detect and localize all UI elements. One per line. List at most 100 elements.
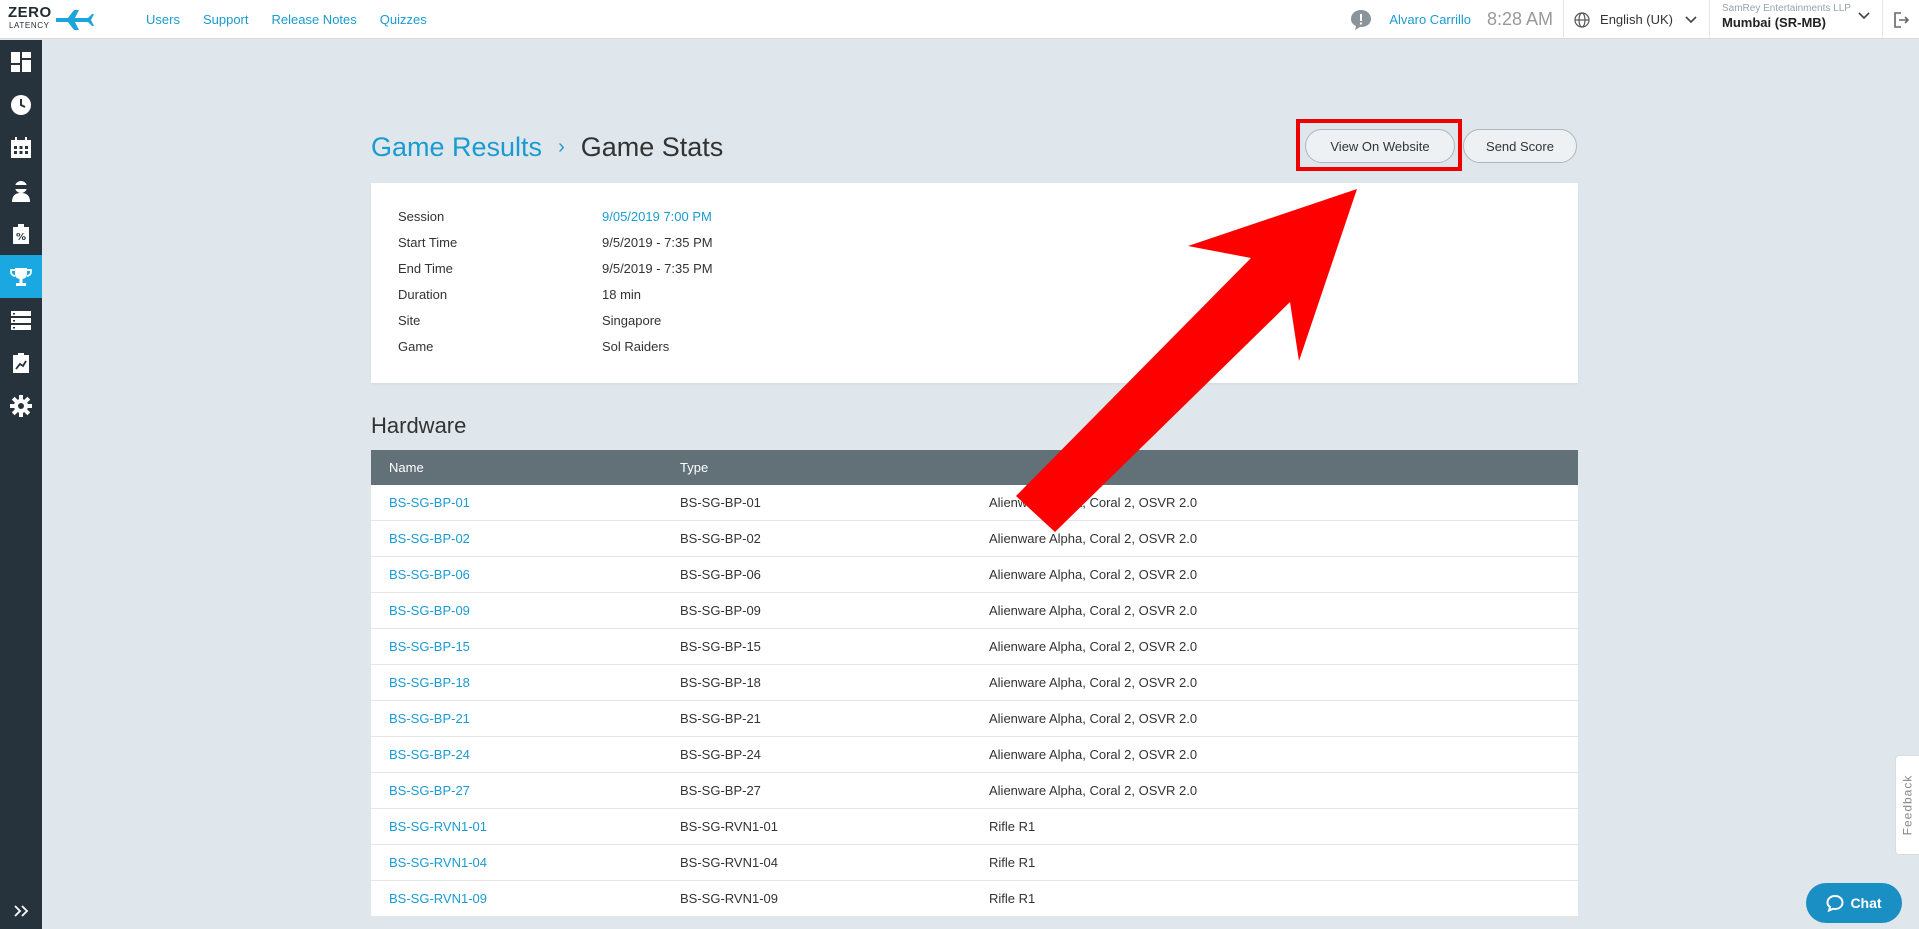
- hardware-name-link[interactable]: BS-SG-BP-15: [371, 639, 680, 654]
- nav-users[interactable]: Users: [146, 12, 180, 27]
- user-vr-icon: [12, 180, 30, 202]
- hardware-components: Alienware Alpha, Coral 2, OSVR 2.0: [989, 567, 1198, 582]
- sidebar-item-calendar[interactable]: [0, 126, 42, 169]
- table-row: BS-SG-RVN1-01 BS-SG-RVN1-01 Rifle R1: [371, 809, 1578, 845]
- info-row-session: Session 9/05/2019 7:00 PM: [371, 203, 1578, 229]
- hardware-type: BS-SG-BP-18: [680, 675, 761, 690]
- table-row: BS-SG-RVN1-04 BS-SG-RVN1-04 Rifle R1: [371, 845, 1578, 881]
- info-value: 9/5/2019 - 7:35 PM: [602, 260, 713, 276]
- page-title: Game Stats: [580, 131, 724, 162]
- table-row: BS-SG-BP-06 BS-SG-BP-06 Alienware Alpha, C…: [371, 557, 1578, 593]
- hardware-type: BS-SG-RVN1-09: [680, 891, 779, 906]
- column-header-type: Type: [680, 460, 709, 475]
- gear-icon: [10, 394, 32, 417]
- sidebar-item-settings[interactable]: [0, 384, 42, 427]
- hardware-table: Name Type BS-SG-BP-01 BS-SG-BP-01 Alienwar…: [371, 450, 1578, 917]
- chevron-down-icon: [1858, 12, 1870, 20]
- hardware-name-link[interactable]: BS-SG-BP-27: [371, 783, 680, 798]
- table-row: BS-SG-BP-21 BS-SG-BP-21 Alienware Alpha, C…: [371, 701, 1578, 737]
- hardware-type: BS-SG-BP-24: [680, 747, 761, 762]
- info-label: Duration: [398, 286, 448, 302]
- top-navigation: Users Support Release Notes Quizzes: [146, 0, 450, 39]
- current-time: 8:28 AM: [1486, 9, 1554, 29]
- hardware-components: Alienware Alpha, Coral 2, OSVR 2.0: [989, 783, 1198, 798]
- hardware-type: BS-SG-BP-15: [680, 639, 761, 654]
- sidebar-item-vouchers[interactable]: %: [0, 212, 42, 255]
- hardware-type: BS-SG-RVN1-04: [680, 855, 779, 870]
- hardware-type: BS-SG-BP-21: [680, 711, 761, 726]
- table-row: BS-SG-BP-18 BS-SG-BP-18 Alienware Alpha, C…: [371, 665, 1578, 701]
- hardware-name-link[interactable]: BS-SG-BP-02: [371, 531, 680, 546]
- annotation-highlight-box: [1296, 119, 1462, 171]
- info-row-duration: Duration 18 min: [371, 281, 1578, 307]
- hardware-name-link[interactable]: BS-SG-BP-06: [371, 567, 680, 582]
- table-row: BS-SG-BP-15 BS-SG-BP-15 Alienware Alpha, C…: [371, 629, 1578, 665]
- calendar-icon: [11, 136, 31, 158]
- info-value: 18 min: [602, 286, 642, 302]
- nav-release-notes[interactable]: Release Notes: [272, 12, 357, 27]
- sidebar: %: [0, 40, 42, 929]
- table-row: BS-SG-BP-24 BS-SG-BP-24 Alienware Alpha, C…: [371, 737, 1578, 773]
- table-row: BS-SG-RVN1-09 BS-SG-RVN1-09 Rifle R1: [371, 881, 1578, 917]
- notification-icon[interactable]: [1349, 8, 1373, 32]
- table-body: BS-SG-BP-01 BS-SG-BP-01 Alienware Alpha, C…: [371, 485, 1578, 917]
- company-selector[interactable]: SamRey Entertainments LLP Mumbai (SR-MB): [1710, 0, 1882, 39]
- info-label: Game: [398, 338, 434, 354]
- hardware-name-link[interactable]: BS-SG-BP-18: [371, 675, 680, 690]
- hardware-components: Alienware Alpha, Coral 2, OSVR 2.0: [989, 675, 1198, 690]
- logo-text-top: ZERO: [8, 4, 52, 21]
- clock-icon: [11, 94, 31, 115]
- feedback-label: Feedback: [1900, 774, 1915, 836]
- info-row-site: Site Singapore: [371, 307, 1578, 333]
- top-bar: ZERO LATENCY Users Support Release Notes…: [0, 0, 1919, 39]
- nav-quizzes[interactable]: Quizzes: [380, 12, 427, 27]
- user-name-link[interactable]: Alvaro Carrillo: [1389, 12, 1471, 27]
- company-name: SamRey Entertainments LLP: [1722, 3, 1851, 14]
- info-value: 9/5/2019 - 7:35 PM: [602, 234, 713, 250]
- logout-icon: [1894, 11, 1910, 28]
- language-selector[interactable]: English (UK): [1564, 0, 1709, 39]
- server-icon: [11, 310, 31, 330]
- hardware-name-link[interactable]: BS-SG-BP-09: [371, 603, 680, 618]
- hardware-components: Alienware Alpha, Coral 2, OSVR 2.0: [989, 711, 1198, 726]
- hardware-type: BS-SG-BP-01: [680, 495, 761, 510]
- sidebar-item-players[interactable]: [0, 169, 42, 212]
- hardware-type: BS-SG-BP-09: [680, 603, 761, 618]
- hardware-name-link[interactable]: BS-SG-BP-01: [371, 495, 680, 510]
- zero-latency-logo[interactable]: ZERO LATENCY: [8, 4, 94, 35]
- sidebar-item-history[interactable]: [0, 83, 42, 126]
- globe-icon: [1574, 11, 1590, 28]
- nav-support[interactable]: Support: [203, 12, 249, 27]
- info-value: Sol Raiders: [602, 338, 670, 354]
- hardware-components: Rifle R1: [989, 819, 1036, 834]
- info-label: Site: [398, 312, 421, 328]
- hardware-section-title: Hardware: [371, 413, 467, 438]
- hardware-name-link[interactable]: BS-SG-BP-21: [371, 711, 680, 726]
- info-row-end-time: End Time 9/5/2019 - 7:35 PM: [371, 255, 1578, 281]
- sidebar-item-game-results[interactable]: [0, 255, 42, 298]
- feedback-tab[interactable]: Feedback: [1895, 755, 1919, 855]
- hardware-name-link[interactable]: BS-SG-RVN1-09: [371, 891, 680, 906]
- sidebar-item-reports[interactable]: [0, 341, 42, 384]
- sidebar-item-hardware[interactable]: [0, 298, 42, 341]
- table-row: BS-SG-BP-01 BS-SG-BP-01 Alienware Alpha, C…: [371, 485, 1578, 521]
- trophy-icon: [10, 267, 32, 286]
- info-label: Session: [398, 208, 445, 224]
- table-row: BS-SG-BP-02 BS-SG-BP-02 Alienware Alpha, C…: [371, 521, 1578, 557]
- hardware-components: Rifle R1: [989, 891, 1036, 906]
- send-score-button[interactable]: Send Score: [1463, 129, 1577, 163]
- chevron-down-icon: [1685, 15, 1697, 23]
- chat-button[interactable]: Chat: [1806, 883, 1902, 923]
- hardware-name-link[interactable]: BS-SG-RVN1-04: [371, 855, 680, 870]
- hardware-name-link[interactable]: BS-SG-RVN1-01: [371, 819, 680, 834]
- breadcrumb-game-results[interactable]: Game Results: [371, 132, 542, 163]
- hardware-components: Rifle R1: [989, 855, 1036, 870]
- hardware-components: Alienware Alpha, Coral 2, OSVR 2.0: [989, 747, 1198, 762]
- sidebar-expand-button[interactable]: [0, 893, 42, 929]
- hardware-name-link[interactable]: BS-SG-BP-24: [371, 747, 680, 762]
- hardware-components: Alienware Alpha, Coral 2, OSVR 2.0: [989, 531, 1198, 546]
- header-right: Alvaro Carrillo 8:28 AM English (UK) Sam…: [1349, 0, 1919, 39]
- logout-button[interactable]: [1883, 0, 1919, 39]
- session-link[interactable]: 9/05/2019 7:00 PM: [602, 209, 712, 224]
- sidebar-item-dashboard[interactable]: [0, 40, 42, 83]
